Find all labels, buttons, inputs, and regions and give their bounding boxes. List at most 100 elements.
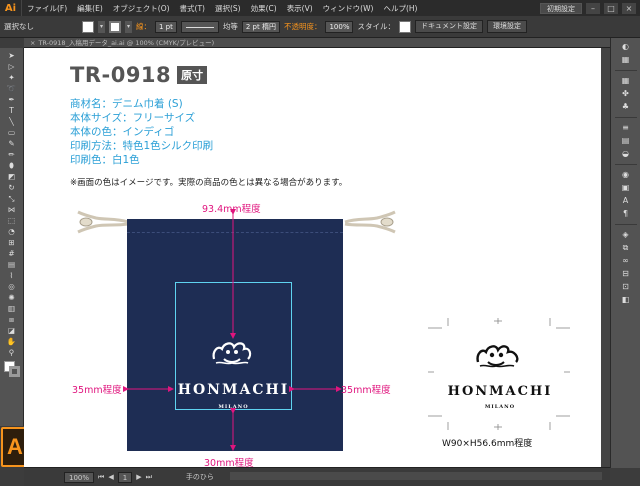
menu-type[interactable]: 書式(T) [175,3,210,14]
symbol-sprayer-icon[interactable]: ✺ [3,293,21,303]
dim-right: 35mm程度 [341,385,391,396]
stroke-swatch[interactable] [109,20,121,33]
rectangle-tool-icon[interactable]: ▭ [3,128,21,138]
brushes-icon[interactable]: ✤ [619,89,633,99]
workspace-switcher[interactable]: 初期設定 [540,2,582,14]
color-guide-icon[interactable]: ▦ [619,55,633,65]
drawstring-right [344,210,396,234]
color-disclaimer: ※画面の色はイメージです。実際の商品の色とは異なる場合があります。 [70,178,348,188]
perspective-grid-icon[interactable]: ⊞ [3,238,21,248]
lasso-icon[interactable]: ➰ [3,84,21,94]
character-icon[interactable]: A [619,196,633,206]
selection-tool-icon[interactable]: ➤ [3,51,21,61]
blob-brush-icon[interactable]: ⬮ [3,161,21,171]
stroke-weight-field[interactable]: 1 pt [155,20,177,33]
direct-selection-tool-icon[interactable]: ▷ [3,62,21,72]
transparency-icon[interactable]: ◒ [619,149,633,159]
brush-definition-field[interactable]: 2 pt 楕円 [241,20,280,33]
logo-dimensions: W90×H56.6mm程度 [442,439,533,449]
pen-tool-icon[interactable]: ✒ [3,95,21,105]
preferences-button[interactable]: 環境設定 [486,20,527,33]
rotate-icon[interactable]: ↻ [3,183,21,193]
menu-view[interactable]: 表示(V) [282,3,318,14]
links-icon[interactable]: ∞ [619,256,633,266]
symbols-icon[interactable]: ♣ [619,102,633,112]
stroke-dropdown-icon[interactable]: ▾ [125,20,132,33]
mascot-logo-icon [212,342,252,365]
next-page-icon[interactable]: ▶ [136,473,141,481]
pencil-icon[interactable]: ✏ [3,150,21,160]
swatches-icon[interactable]: ▦ [619,76,633,86]
spec-line-method: 印刷方法：特色1色シルク印刷 [70,140,214,152]
vertical-scrollbar[interactable] [601,48,610,467]
fill-stroke-indicator[interactable] [3,361,20,377]
minimize-button[interactable]: – [586,2,600,14]
transform-icon[interactable]: ⊡ [619,282,633,292]
mesh-icon[interactable]: # [3,249,21,259]
appearance-icon[interactable]: ◉ [619,170,633,180]
eyedropper-icon[interactable]: ⌇ [3,271,21,281]
menu-bar: Ai ファイル(F) 編集(E) オブジェクト(O) 書式(T) 選択(S) 効… [0,0,640,16]
menu-help[interactable]: ヘルプ(H) [378,3,422,14]
artboards-icon[interactable]: ⧉ [619,243,633,253]
line-tool-icon[interactable]: ╲ [3,117,21,127]
menu-window[interactable]: ウィンドウ(W) [318,3,379,14]
stroke-box[interactable] [8,366,20,377]
close-button[interactable]: × [622,2,636,14]
variable-width-profile[interactable] [180,20,219,33]
menu-file[interactable]: ファイル(F) [22,3,72,14]
shape-builder-icon[interactable]: ◔ [3,227,21,237]
tab-close-icon[interactable]: × [30,39,35,47]
app-logo: Ai [0,0,22,16]
horizontal-scrollbar[interactable] [230,472,602,480]
blend-icon[interactable]: ◎ [3,282,21,292]
type-tool-icon[interactable]: T [3,106,21,116]
opacity-label[interactable]: 不透明度： [284,21,322,32]
graphic-styles-icon[interactable]: ▣ [619,183,633,193]
document-tab[interactable]: × TR-0918_入稿用データ_ai.ai @ 100% (CMYK/プレビュー… [24,38,610,48]
paragraph-icon[interactable]: ¶ [619,209,633,219]
first-page-icon[interactable]: ⏮ [98,473,104,482]
page-field[interactable]: 1 [117,471,133,483]
panel-divider [614,164,637,165]
magic-wand-icon[interactable]: ✦ [3,73,21,83]
style-swatch[interactable] [398,20,411,33]
graph-tool-icon[interactable]: ▥ [3,304,21,314]
menu-select[interactable]: 選択(S) [210,3,246,14]
menu-effect[interactable]: 効果(C) [246,3,282,14]
menu-edit[interactable]: 編集(E) [72,3,108,14]
brand-name-logo: HONMACHI [447,384,553,399]
logo-artwork-with-trim-marks [428,318,570,430]
menu-object[interactable]: オブジェクト(O) [108,3,175,14]
stroke-label[interactable]: 線： [136,21,151,32]
panel-dock: ◐ ▦ ▦ ✤ ♣ ≡ ▤ ◒ ◉ ▣ A ¶ ◈ ⧉ ∞ ⊟ ⊡ ◧ [610,38,640,468]
width-tool-icon[interactable]: ⋈ [3,205,21,215]
paintbrush-icon[interactable]: ✎ [3,139,21,149]
pathfinder-icon[interactable]: ◧ [619,295,633,305]
document-settings-button[interactable]: ドキュメント設定 [414,20,483,33]
last-page-icon[interactable]: ⏭ [146,473,152,482]
align-icon[interactable]: ⊟ [619,269,633,279]
free-transform-icon[interactable]: ⬚ [3,216,21,226]
fill-dropdown-icon[interactable]: ▾ [98,20,105,33]
eraser-icon[interactable]: ◩ [3,172,21,182]
sub-brand-logo: MILANO [484,404,516,410]
spec-line-print-color: 印刷色：白1色 [70,154,140,166]
gradient-icon[interactable]: ▤ [3,260,21,270]
zoom-field[interactable]: 100% [64,471,95,483]
opacity-field[interactable]: 100% [325,20,354,33]
maximize-button[interactable]: □ [604,2,618,14]
layers-icon[interactable]: ◈ [619,230,633,240]
spec-line-product: 商材名：デニム巾着 (S) [70,98,183,110]
fill-swatch[interactable] [82,20,94,33]
artboard[interactable]: TR-0918 原寸 商材名：デニム巾着 (S) 本体サイズ：フリーサイズ 本体… [24,48,610,467]
color-panel-icon[interactable]: ◐ [619,42,633,52]
hand-tool-icon[interactable]: ✋ [3,337,21,347]
gradient-panel-icon[interactable]: ▤ [619,136,633,146]
zoom-tool-icon[interactable]: ⚲ [3,348,21,358]
stroke-panel-icon[interactable]: ≡ [619,123,633,133]
artboard-tool-icon[interactable]: ⧈ [3,315,21,325]
scale-icon[interactable]: ⤡ [3,194,21,204]
prev-page-icon[interactable]: ◀ [108,473,113,481]
slice-tool-icon[interactable]: ◪ [3,326,21,336]
